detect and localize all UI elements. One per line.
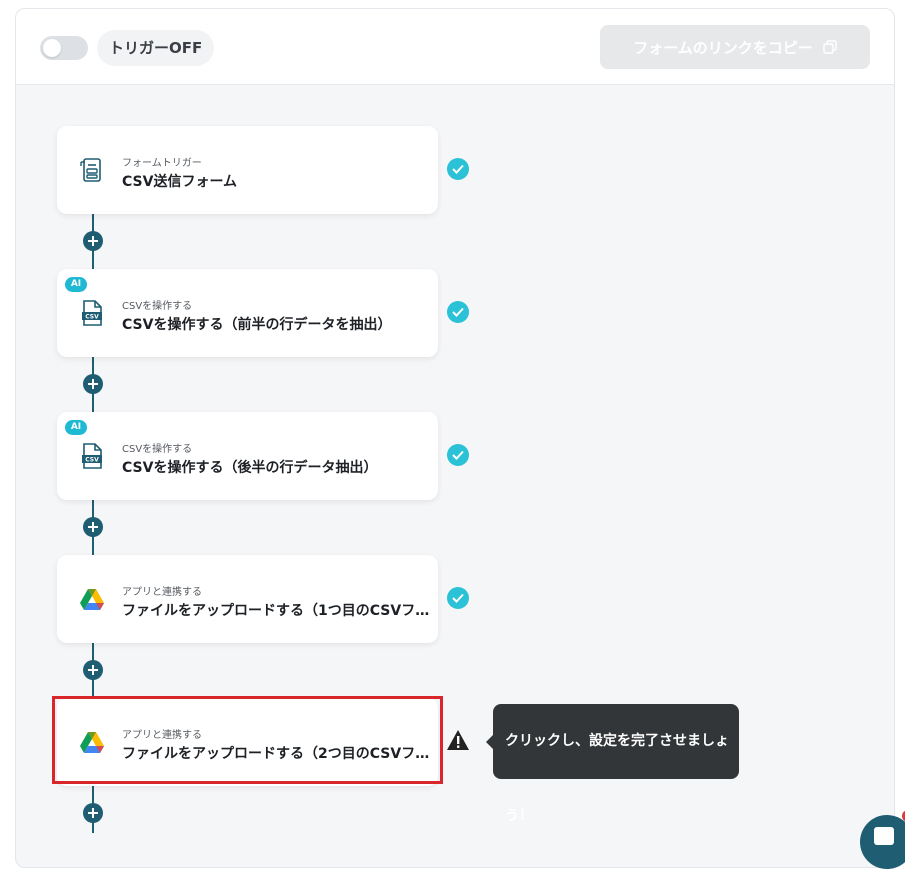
step-card-csv-second-half[interactable]: AI CSV CSVを操作する CSVを操作する（後半の行データ抽出） [57,412,438,500]
form-icon [80,158,101,182]
step-subtitle: CSVを操作する [122,301,193,312]
highlight-frame [52,696,443,784]
ai-badge: AI [65,420,87,435]
chat-icon [874,827,894,845]
copy-form-link-label: フォームのリンクをコピー [633,38,813,57]
trigger-toggle[interactable] [40,36,88,60]
add-step-button[interactable] [83,517,103,537]
step-card-csv-first-half[interactable]: AI CSV CSVを操作する CSVを操作する（前半の行データを抽出） [57,269,438,357]
chat-launcher-button[interactable] [860,815,905,869]
step-title: CSV送信フォーム [122,174,238,190]
check-circle-icon [447,158,469,180]
trigger-status-label: トリガーOFF [97,30,215,66]
step-title: ファイルをアップロードする（1つ目のCSVフ… [122,603,430,619]
ai-badge: AI [65,277,87,292]
step-subtitle: フォームトリガー [122,158,202,169]
step-card-upload-first-csv[interactable]: アプリと連携する ファイルをアップロードする（1つ目のCSVフ… [57,555,438,643]
step-subtitle: CSVを操作する [122,444,193,455]
add-step-button[interactable] [83,374,103,394]
google-drive-icon [80,589,104,610]
add-step-button[interactable] [83,231,103,251]
step-subtitle: アプリと連携する [122,587,202,598]
add-step-button[interactable] [83,803,103,823]
check-circle-icon [447,301,469,323]
warning-icon [447,730,469,750]
top-bar: トリガーOFF フォームのリンクをコピー [16,9,894,85]
step-card-form-trigger[interactable]: フォームトリガー CSV送信フォーム [57,126,438,214]
check-circle-icon [447,444,469,466]
svg-text:CSV: CSV [85,457,99,464]
add-step-button[interactable] [83,660,103,680]
step-title: CSVを操作する（前半の行データを抽出） [122,317,392,333]
csv-file-icon: CSV [82,443,102,469]
csv-file-icon: CSV [82,300,102,326]
check-circle-icon [447,587,469,609]
toggle-knob [43,39,61,57]
setup-tooltip: クリックし、設定を完了させましょう！ [486,704,739,824]
step-title: CSVを操作する（後半の行データ抽出） [122,460,378,476]
svg-text:CSV: CSV [85,314,99,321]
copy-form-link-button[interactable]: フォームのリンクをコピー [600,25,870,69]
copy-icon [823,40,837,54]
flow-editor: トリガーOFF フォームのリンクをコピー フォームトリガー CSV送信フォーム … [15,8,895,868]
